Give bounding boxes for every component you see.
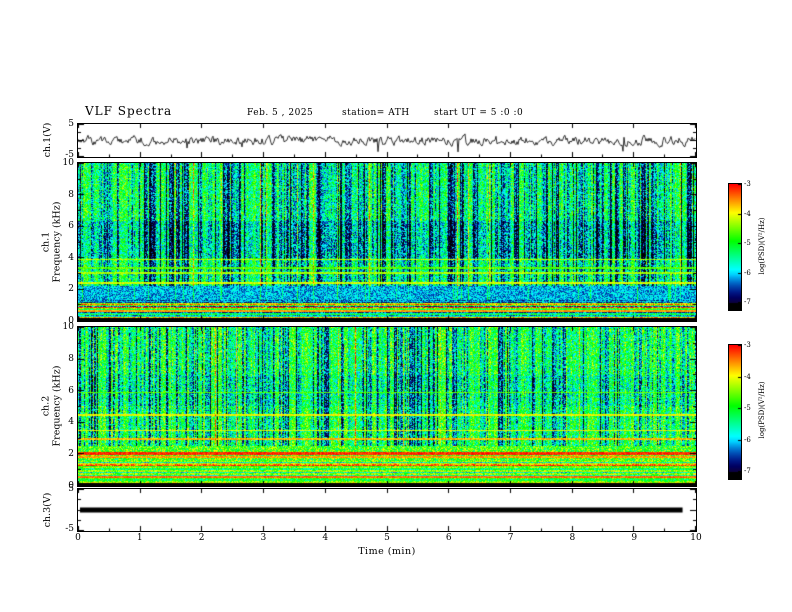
ch1-frequency-axis-label: ch.1 Frequency (kHz) (40, 201, 63, 283)
y-tick-label: 4 (68, 252, 74, 263)
colorbar-tick-label: -6 (744, 268, 751, 277)
colorbar-tick-label: -7 (744, 298, 751, 306)
x-tick-label: 0 (75, 533, 81, 543)
x-tick-label: 9 (631, 533, 638, 543)
y-tick-label: -5 (65, 150, 74, 160)
ch3-voltage-axis-label: ch.3(V) (41, 492, 53, 528)
x-tick-label: 1 (136, 533, 143, 543)
y-tick-label: 8 (68, 189, 74, 200)
y-tick-label: 10 (62, 322, 74, 332)
header-start-ut: start UT = 5 :0 :0 (434, 108, 524, 118)
colorbar-tick-label: -3 (744, 341, 751, 349)
axis-label-channel: ch.1 (40, 231, 52, 253)
x-tick-label: 4 (322, 533, 329, 543)
y-tick-label: 2 (68, 449, 74, 460)
ch3-waveform-plot (77, 488, 697, 532)
ch1-waveform-plot (77, 123, 697, 158)
y-tick-label: 6 (68, 385, 74, 396)
y-tick-label: 5 (68, 119, 74, 129)
axis-label-text: Frequency (kHz) (51, 365, 62, 447)
y-tick-label: 6 (68, 221, 74, 232)
y-tick-label: 4 (68, 417, 74, 428)
x-tick-label: 8 (569, 533, 576, 543)
colorbar-tick-label: -4 (744, 209, 751, 218)
figure-title: VLF Spectra (85, 104, 173, 118)
axis-label-text: Frequency (kHz) (51, 201, 62, 283)
axis-label-channel: ch.2 (40, 395, 52, 417)
y-tick-label: 2 (68, 284, 74, 295)
y-tick-label: 8 (68, 353, 74, 364)
colorbar-ch1 (728, 183, 742, 311)
colorbar-tick-label: -3 (744, 180, 751, 188)
y-tick-label: 5 (68, 484, 74, 494)
colorbar-ch2 (728, 344, 742, 480)
time-axis-label: Time (min) (358, 546, 416, 557)
colorbar-tick-label: -5 (744, 404, 751, 412)
x-tick-label: 5 (384, 533, 390, 543)
vlf-spectra-figure: VLF Spectra Feb. 5 , 2025 station= ATH s… (0, 0, 792, 612)
colorbar-tick-label: -4 (744, 372, 751, 381)
colorbar-tick-label: -6 (744, 435, 751, 444)
x-tick-label: 7 (507, 533, 514, 543)
x-tick-label: 3 (260, 533, 267, 543)
x-tick-label: 6 (445, 533, 452, 543)
header-date: Feb. 5 , 2025 (247, 108, 314, 118)
colorbar-tick-label: -7 (744, 467, 751, 475)
ch1-spectrogram-heatmap (77, 162, 697, 322)
x-tick-label: 2 (198, 533, 205, 543)
x-tick-label: 10 (690, 533, 702, 543)
ch2-frequency-axis-label: ch.2 Frequency (kHz) (40, 365, 63, 447)
header-station: station= ATH (342, 108, 410, 118)
ch2-spectrogram-heatmap (77, 326, 697, 487)
colorbar-tick-label: -5 (744, 239, 751, 247)
